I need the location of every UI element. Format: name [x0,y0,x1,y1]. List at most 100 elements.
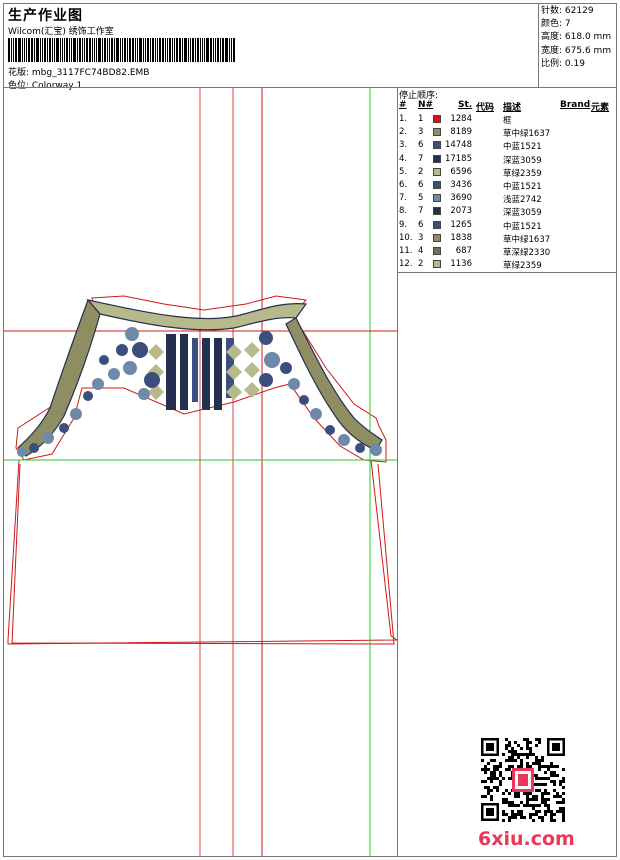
qr-module [529,804,532,807]
qr-module [493,759,496,762]
qr-module [535,795,538,798]
barcode-bar [165,38,167,62]
qr-module [553,795,556,798]
qr-center-stamp-core [518,774,528,786]
barcode-bar [142,38,144,62]
stitch-count: 1838 [450,232,472,243]
qr-module [514,804,517,807]
qr-module [538,765,541,768]
qr-module [520,801,523,804]
qr-module [487,768,490,771]
qr-module [526,765,529,768]
qr-module [526,753,529,756]
thread-description: 草深绿2330 [503,248,551,258]
qr-module [526,741,529,744]
qr-module [559,807,562,810]
stat-stitches: 针数: 62129 [541,6,594,16]
qr-module [511,804,514,807]
qr-module [487,792,490,795]
stop-index: 5. [399,166,408,177]
qr-module [547,810,550,813]
color-swatch [433,115,441,123]
qr-module [514,753,517,756]
qr-module [517,744,520,747]
barcode-bar [121,38,123,62]
qr-module [520,813,523,816]
qr-module [502,777,505,780]
qr-module [544,801,547,804]
thread-description: 框 [503,116,512,126]
barcode-bar [104,38,107,62]
qr-module [544,765,547,768]
qr-module [493,774,496,777]
col-header-brand: Brand [560,100,591,110]
qr-module [481,768,484,771]
qr-module [547,765,550,768]
qr-module [562,819,565,822]
stop-index: 1. [399,114,408,124]
qr-module [511,810,514,813]
qr-module [520,810,523,813]
qr-module [517,765,520,768]
stop-index: 7. [399,193,408,204]
thread-description: 中蓝1521 [503,142,542,153]
qr-module [562,807,565,810]
qr-module [484,795,487,798]
qr-module [520,762,523,765]
qr-module [544,783,547,786]
qr-module [505,801,508,804]
qr-module [559,801,562,804]
qr-module [535,756,538,759]
qr-module [553,819,556,822]
qr-module [550,774,553,777]
qr-module [541,783,544,786]
qr-module [538,810,541,813]
stitch-count: 687 [455,246,472,256]
page-title: 生产作业图 [8,8,83,24]
qr-module [559,783,562,786]
qr-module [487,789,490,792]
qr-module [481,759,484,762]
qr-module [505,759,508,762]
barcode-bar [55,38,59,62]
qr-module [481,780,484,783]
qr-module [502,801,505,804]
qr-module [511,747,514,750]
qr-module [484,765,487,768]
qr-module [517,804,520,807]
qr-module [505,744,508,747]
qr-module [541,777,544,780]
qr-module [523,792,526,795]
thread-description: 中蓝1521 [503,221,542,232]
lower-panel-outline [11,463,395,645]
barcode-bar [35,38,39,62]
barcode-bar [109,38,111,62]
col-header-needle: N# [418,100,434,110]
qr-module [562,813,565,816]
col-header-code: 代码 [476,103,495,113]
qr-module [556,765,559,768]
qr-module [499,762,502,765]
barcode-bar [94,38,96,62]
qr-module [535,744,538,747]
qr-module [523,804,526,807]
stop-index: 12. [399,259,413,270]
qr-module [562,810,565,813]
qr-module [538,777,541,780]
qr-module [529,741,532,744]
col-header-index: # [399,100,407,110]
qr-module [490,789,493,792]
qr-module [547,807,550,810]
qr-module [514,750,517,753]
qr-module [547,777,550,780]
qr-module [484,780,487,783]
barcode-bar [30,38,33,62]
qr-module [544,804,547,807]
barcode-bar [41,38,43,62]
barcode-bar [14,38,17,62]
barcode-bar [206,38,210,62]
color-swatch [433,128,441,137]
qr-module [505,798,508,801]
stop-row: 2. 3 8189 草中绿1637 [398,126,617,139]
qr-module [532,798,535,801]
